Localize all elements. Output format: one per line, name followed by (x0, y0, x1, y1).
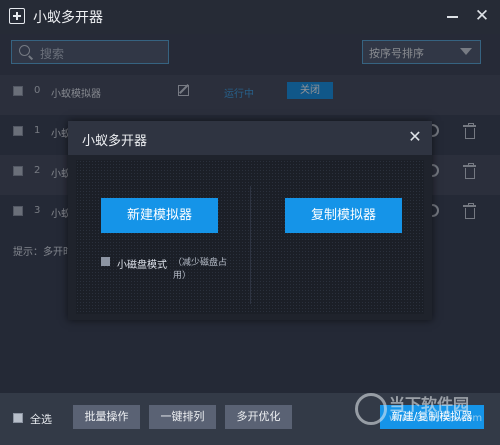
multi-open-optimize-button[interactable]: 多开优化 (225, 405, 292, 429)
watermark-url: www.downxia.com (389, 413, 483, 424)
watermark-logo-icon (355, 393, 387, 425)
minimize-button[interactable] (447, 16, 458, 18)
arrange-button[interactable]: 一键排列 (149, 405, 216, 429)
dialog-divider (250, 186, 251, 304)
small-disk-label[interactable]: 小磁盘模式 (117, 256, 167, 271)
dialog-title: 小蚁多开器 (82, 134, 148, 149)
window-close-button[interactable]: ✕ (472, 6, 492, 26)
app-logo-icon (9, 8, 25, 24)
watermark: 当下软件园 www.downxia.com (355, 389, 485, 445)
copy-emulator-button[interactable]: 复制模拟器 (285, 198, 402, 233)
select-all-label[interactable]: 全选 (30, 411, 52, 427)
dialog-close-button[interactable]: ✕ (406, 128, 424, 146)
small-disk-checkbox[interactable] (101, 257, 110, 266)
select-all-checkbox[interactable] (13, 413, 23, 423)
new-emulator-button[interactable]: 新建模拟器 (101, 198, 218, 233)
batch-operation-button[interactable]: 批量操作 (73, 405, 140, 429)
window-title: 小蚁多开器 (33, 10, 103, 26)
small-disk-note: （减少磁盘占用） (173, 258, 228, 281)
watermark-text: 当下软件园 (389, 395, 470, 414)
